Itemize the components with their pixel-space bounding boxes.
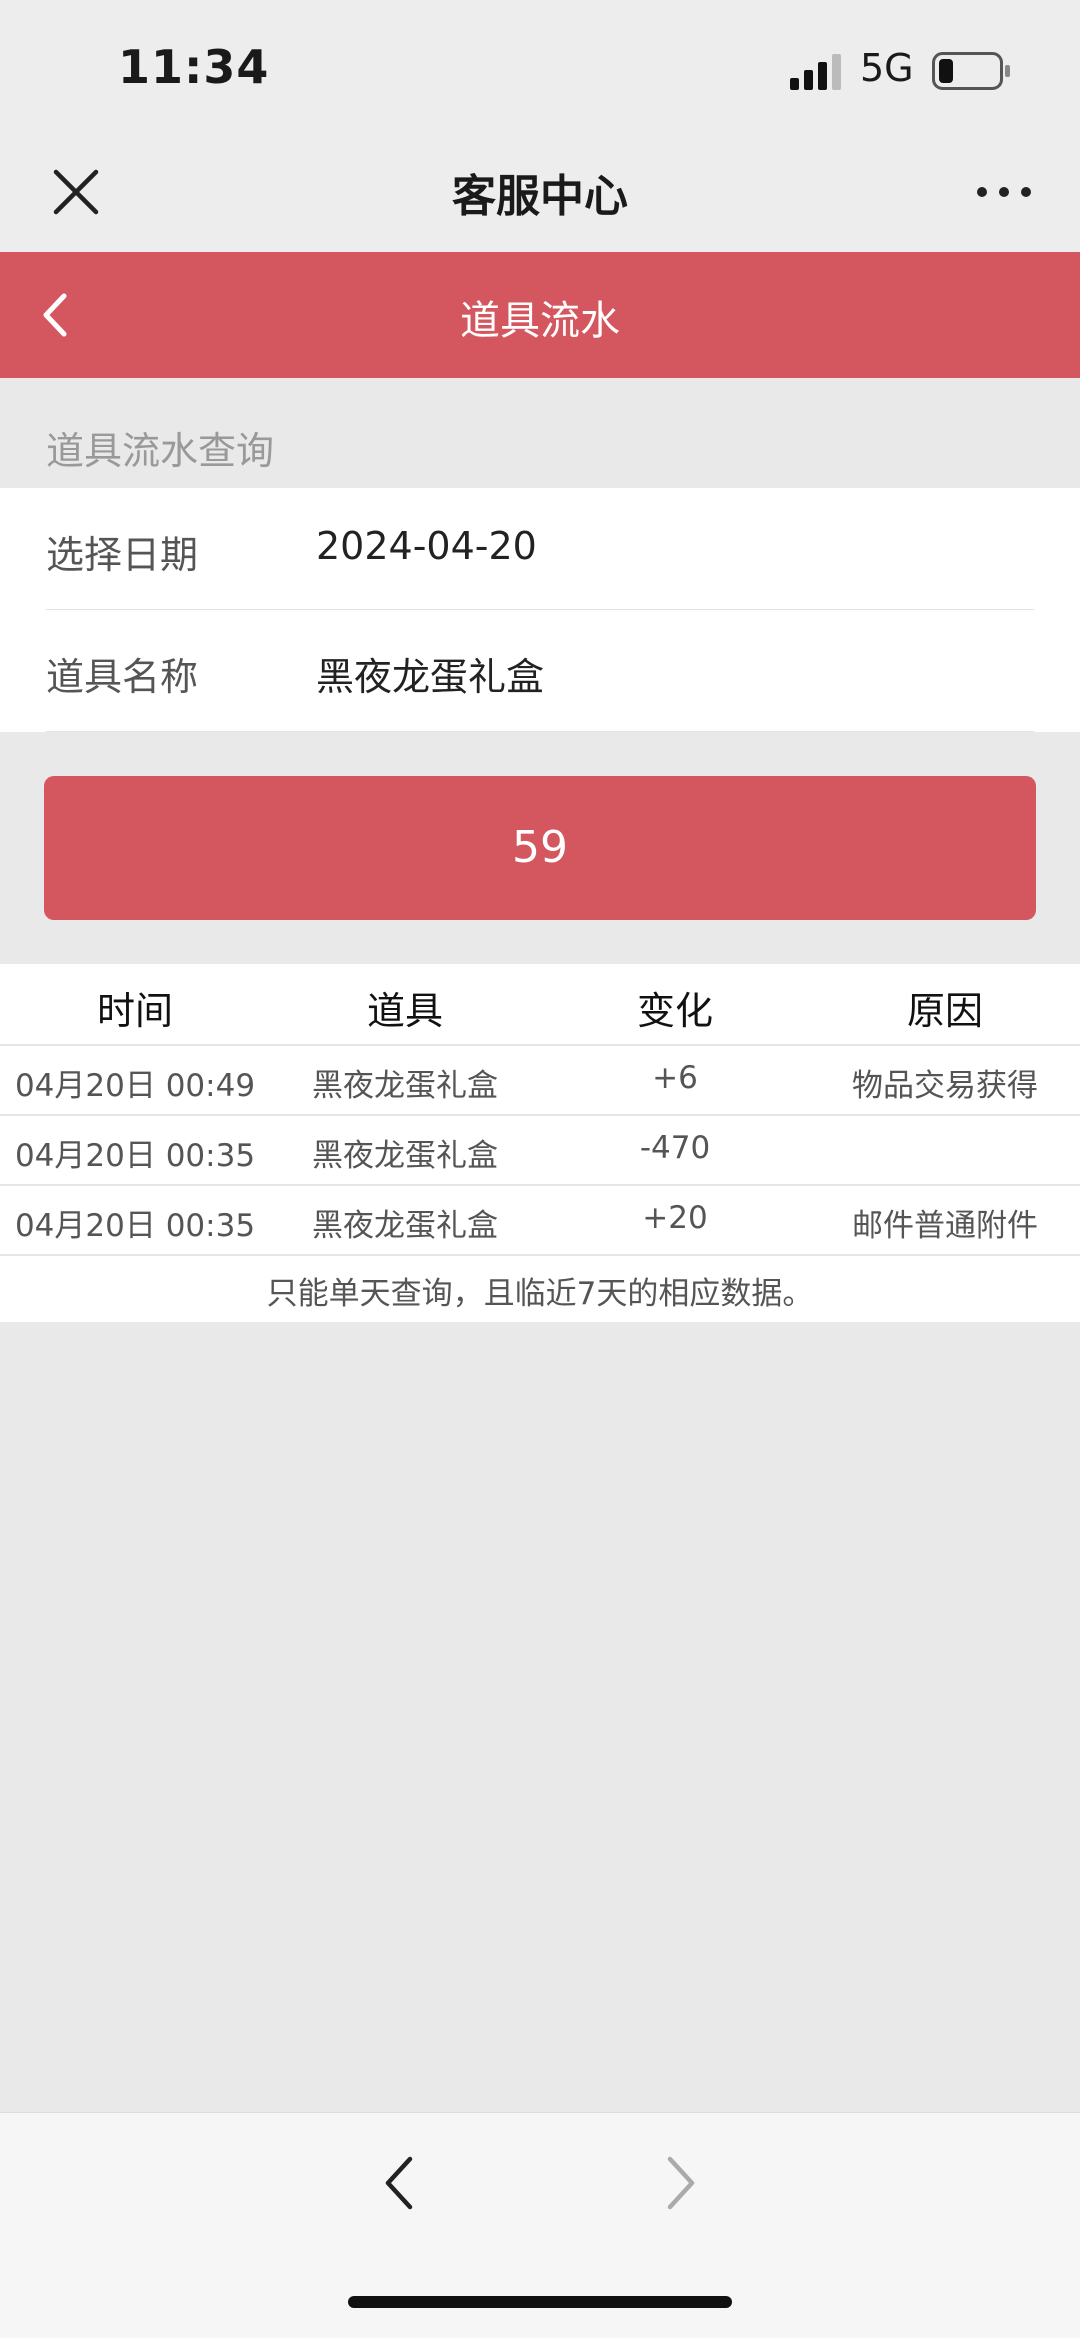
table-cell-reason: 邮件普通附件 (852, 1208, 1038, 1244)
status-bar: 11:34 5G (0, 0, 1080, 132)
table-row: 04月20日 00:35 黑夜龙蛋礼盒 +20 邮件普通附件 (0, 1186, 1080, 1256)
network-label: 5G (860, 46, 914, 90)
page-header: 道具流水 (0, 252, 1080, 378)
table-cell-time: 04月20日 00:49 (14, 1068, 256, 1104)
table-cell-change: +6 (652, 1060, 698, 1096)
results-table: 时间 道具 变化 原因 04月20日 00:49 黑夜龙蛋礼盒 +6 物品交易获… (0, 964, 1080, 1322)
item-label: 道具名称 (46, 655, 199, 699)
query-form: 选择日期 2024-04-20 道具名称 黑夜龙蛋礼盒 (0, 488, 1080, 732)
table-cell-time: 04月20日 00:35 (14, 1138, 256, 1174)
table-row: 04月20日 00:49 黑夜龙蛋礼盒 +6 物品交易获得 (0, 1046, 1080, 1116)
date-field[interactable]: 2024-04-20 (316, 524, 537, 568)
column-header: 时间 (96, 989, 173, 1033)
date-row[interactable]: 选择日期 2024-04-20 (46, 488, 1034, 610)
signal-icon (790, 54, 841, 90)
column-header: 道具 (366, 989, 443, 1033)
query-button[interactable]: 59 (44, 776, 1036, 920)
item-row[interactable]: 道具名称 黑夜龙蛋礼盒 (46, 610, 1034, 732)
table-row: 04月20日 00:35 黑夜龙蛋礼盒 -470 (0, 1116, 1080, 1186)
table-cell-time: 04月20日 00:35 (14, 1208, 256, 1244)
back-arrow-icon[interactable] (380, 2153, 420, 2213)
query-note: 只能单天查询，且临近7天的相应数据。 (266, 1276, 814, 1312)
table-cell-item: 黑夜龙蛋礼盒 (312, 1138, 498, 1174)
nav-title: 客服中心 (452, 171, 628, 222)
table-header: 时间 道具 变化 原因 (0, 964, 1080, 1046)
status-time: 11:34 (118, 40, 270, 94)
table-cell-item: 黑夜龙蛋礼盒 (312, 1208, 498, 1244)
table-cell-change: +20 (642, 1200, 708, 1236)
forward-arrow-icon[interactable] (660, 2153, 700, 2213)
column-header: 变化 (636, 989, 713, 1033)
item-field[interactable]: 黑夜龙蛋礼盒 (316, 646, 544, 701)
page-title: 道具流水 (460, 298, 620, 344)
more-icon[interactable] (976, 180, 1032, 204)
table-cell-item: 黑夜龙蛋礼盒 (312, 1068, 498, 1104)
table-cell-reason: 物品交易获得 (852, 1068, 1038, 1104)
section-label: 道具流水查询 (46, 429, 275, 473)
home-indicator (348, 2296, 732, 2308)
column-header: 原因 (906, 989, 983, 1033)
date-label: 选择日期 (46, 533, 199, 577)
table-cell-change: -470 (639, 1130, 711, 1166)
battery-icon (932, 52, 1010, 90)
nav-bar: 客服中心 (0, 132, 1080, 252)
